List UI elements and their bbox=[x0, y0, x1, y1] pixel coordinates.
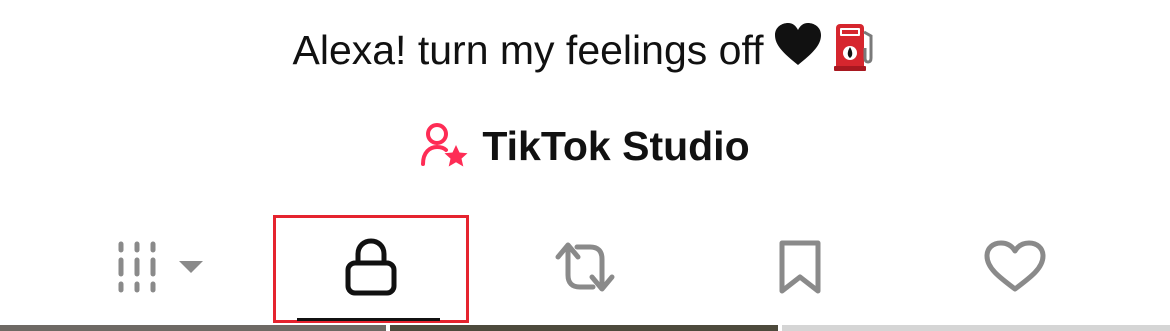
fuel-pump-icon bbox=[833, 20, 877, 86]
studio-label: TikTok Studio bbox=[482, 122, 750, 169]
video-thumbnail[interactable] bbox=[390, 325, 778, 331]
active-tab-indicator bbox=[297, 318, 440, 321]
profile-tabs bbox=[0, 215, 1170, 325]
profile-bio: Alexa! turn my feelings off bbox=[0, 20, 1170, 86]
black-heart-icon bbox=[773, 21, 823, 85]
tab-reposts[interactable] bbox=[485, 215, 685, 323]
tab-liked[interactable] bbox=[915, 215, 1115, 323]
chevron-down-icon[interactable] bbox=[177, 257, 205, 282]
video-thumbnails-strip bbox=[0, 325, 1170, 331]
tab-private[interactable] bbox=[273, 215, 469, 323]
tab-videos-grid[interactable] bbox=[60, 215, 260, 323]
video-thumbnail[interactable] bbox=[782, 325, 1170, 331]
lock-icon bbox=[343, 236, 399, 303]
tiktok-studio-link[interactable]: TikTok Studio bbox=[0, 118, 1170, 174]
repost-icon bbox=[553, 239, 617, 300]
creator-star-icon bbox=[420, 121, 468, 172]
bookmark-icon bbox=[776, 239, 824, 300]
video-thumbnail[interactable] bbox=[0, 325, 386, 331]
bio-text: Alexa! turn my feelings off bbox=[292, 26, 764, 73]
heart-icon bbox=[983, 239, 1047, 300]
grid-icon bbox=[115, 239, 171, 300]
tab-favorites[interactable] bbox=[700, 215, 900, 323]
